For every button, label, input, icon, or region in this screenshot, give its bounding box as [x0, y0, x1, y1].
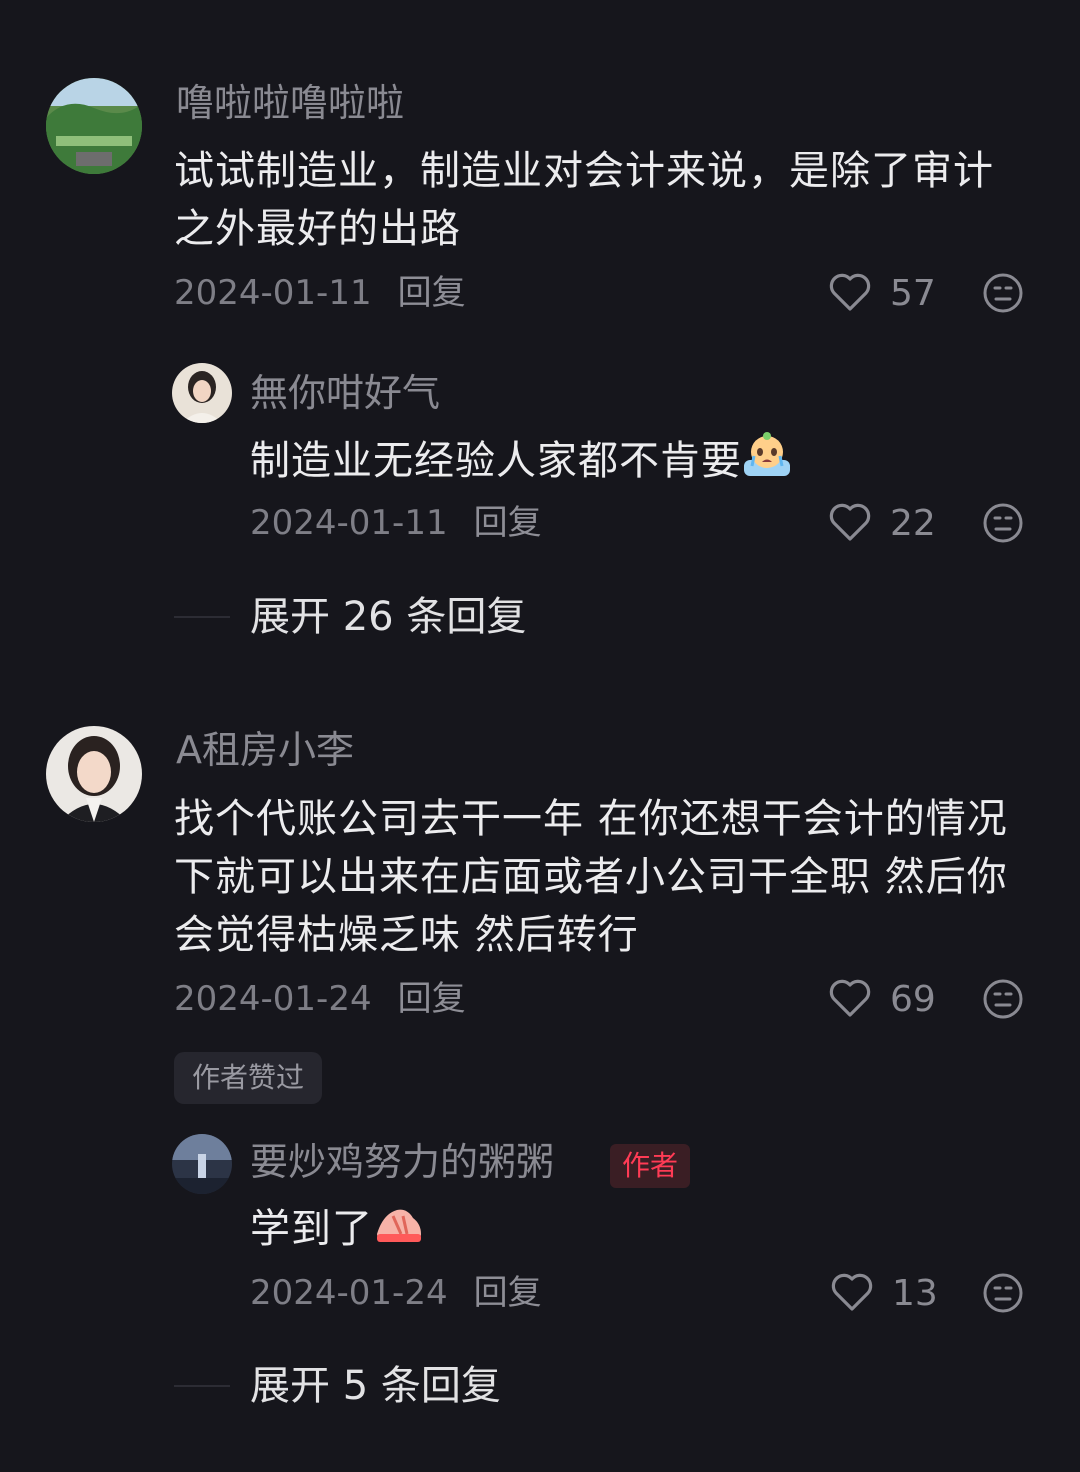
- heart-icon: [829, 979, 871, 1017]
- heart-icon: [829, 503, 871, 541]
- crying-face-emoji-icon: [742, 432, 792, 494]
- avatar[interactable]: [172, 363, 232, 423]
- reply-meta: 2024-01-11 回复: [250, 506, 542, 540]
- reply-text: 制造业无经验人家都不肯要: [250, 432, 792, 494]
- meh-face-icon: [983, 503, 1023, 543]
- dislike-button[interactable]: [982, 1272, 1024, 1314]
- reply-text-content: 制造业无经验人家都不肯要: [250, 438, 742, 484]
- username[interactable]: A租房小李: [176, 731, 354, 769]
- comment-text: 试试制造业，制造业对会计来说，是除了审计 之外最好的出路: [174, 142, 1054, 258]
- like-button[interactable]: [830, 1272, 876, 1314]
- like-button[interactable]: [828, 502, 874, 544]
- comment-date: 2024-01-11: [174, 273, 372, 313]
- dislike-button[interactable]: [982, 502, 1024, 544]
- comment-date: 2024-01-24: [174, 979, 372, 1019]
- heart-icon: [829, 273, 871, 311]
- username[interactable]: 要炒鸡努力的粥粥: [250, 1143, 554, 1181]
- like-button[interactable]: [828, 978, 874, 1020]
- reply-button[interactable]: 回复: [474, 503, 542, 543]
- comment-text-line: 试试制造业，制造业对会计来说，是除了审计: [174, 148, 994, 194]
- username[interactable]: 噜啦啦噜啦啦: [176, 84, 404, 122]
- reply-date: 2024-01-24: [250, 1273, 448, 1313]
- expand-divider: [174, 616, 230, 618]
- username[interactable]: 無你咁好气: [250, 374, 440, 412]
- reply-date: 2024-01-11: [250, 503, 448, 543]
- avatar[interactable]: [172, 1134, 232, 1194]
- reply-button[interactable]: 回复: [398, 979, 466, 1019]
- heart-icon: [831, 1273, 873, 1311]
- like-button[interactable]: [828, 272, 874, 314]
- meh-face-icon: [983, 273, 1023, 313]
- meh-face-icon: [983, 1273, 1023, 1313]
- comment-text-line: 下就可以出来在店面或者小公司干全职 然后你: [174, 854, 1008, 900]
- comment-text-line: 会觉得枯燥乏味 然后转行: [174, 912, 639, 958]
- meh-face-icon: [983, 979, 1023, 1019]
- like-count: 69: [890, 979, 936, 1020]
- reply-button[interactable]: 回复: [398, 273, 466, 313]
- avatar[interactable]: [46, 78, 142, 174]
- comment-text-line: 之外最好的出路: [174, 206, 461, 252]
- comment-meta: 2024-01-24 回复: [174, 982, 466, 1016]
- like-count: 13: [892, 1273, 938, 1314]
- reply-meta: 2024-01-24 回复: [250, 1276, 542, 1310]
- expand-divider: [174, 1385, 230, 1387]
- comment-text-line: 找个代账公司去干一年 在你还想干会计的情况: [174, 796, 1008, 842]
- expand-replies-button[interactable]: 展开 26 条回复: [250, 597, 526, 637]
- like-count: 22: [890, 503, 936, 544]
- pinched-fingers-emoji-icon: [373, 1202, 425, 1260]
- dislike-button[interactable]: [982, 272, 1024, 314]
- comment-text: 找个代账公司去干一年 在你还想干会计的情况 下就可以出来在店面或者小公司干全职 …: [174, 790, 1064, 964]
- author-badge: 作者: [610, 1144, 691, 1188]
- reply-text-content: 学到了: [250, 1206, 373, 1252]
- expand-replies-button[interactable]: 展开 5 条回复: [250, 1366, 501, 1406]
- reply-text: 学到了: [250, 1200, 425, 1260]
- comment-meta: 2024-01-11 回复: [174, 276, 466, 310]
- author-liked-chip: 作者赞过: [174, 1052, 323, 1104]
- avatar[interactable]: [46, 726, 142, 822]
- reply-button[interactable]: 回复: [474, 1273, 542, 1313]
- like-count: 57: [890, 273, 936, 314]
- dislike-button[interactable]: [982, 978, 1024, 1020]
